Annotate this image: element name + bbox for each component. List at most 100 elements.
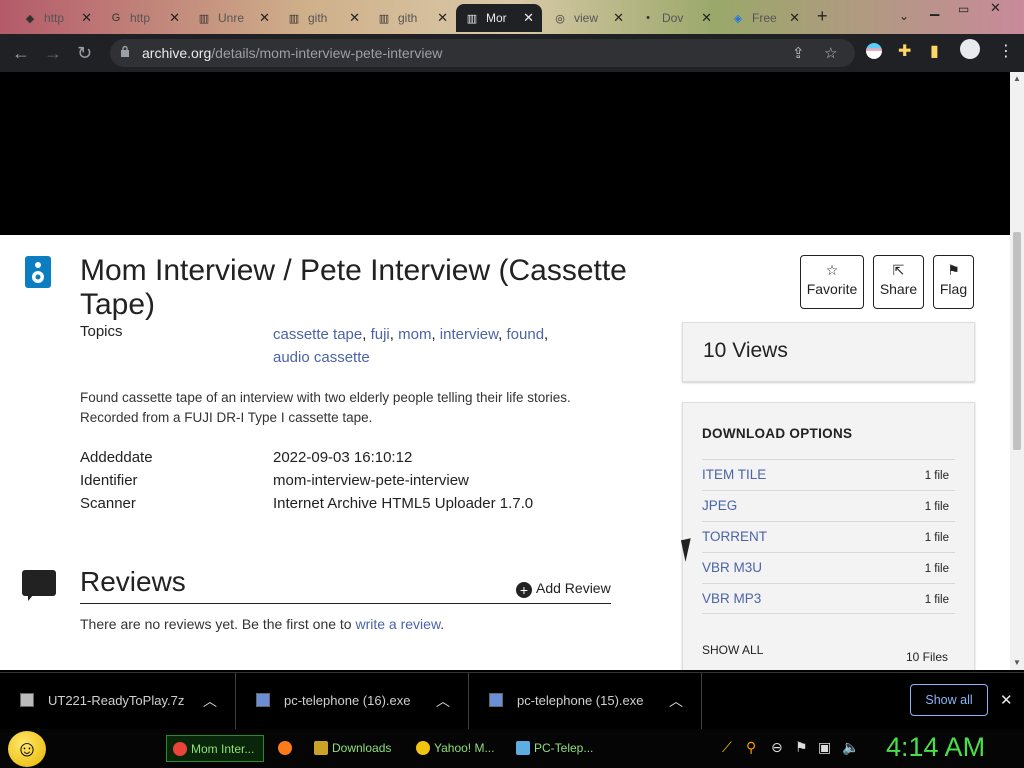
show-all-downloads-button[interactable]: Show all (910, 684, 988, 716)
close-shelf-icon[interactable]: ✕ (1000, 691, 1013, 709)
taskbar-clock[interactable]: 4:14 AM (886, 732, 985, 763)
topic-link[interactable]: interview (440, 326, 498, 343)
scroll-down-arrow-icon[interactable]: ▼ (1013, 658, 1021, 667)
write-review-link[interactable]: write a review (355, 616, 440, 632)
browser-tab[interactable]: ◈ Free ✕ (722, 4, 808, 32)
browser-tab[interactable]: Ghttp ✕ (100, 4, 188, 32)
share-page-icon[interactable]: ⇪ (792, 44, 805, 62)
browser-tab[interactable]: • Dov ✕ (632, 4, 720, 32)
tray-search-icon[interactable]: ⚲ (746, 739, 756, 756)
no-reviews-text: There are no reviews yet. Be the first o… (80, 616, 445, 632)
bookmark-star-icon[interactable]: ☆ (824, 44, 837, 62)
download-item[interactable]: pc-telephone (16).exe ︿ (236, 673, 469, 729)
close-tab-icon[interactable]: ✕ (789, 10, 800, 26)
taskbar-item-downloads[interactable]: Downloads (308, 735, 404, 762)
dot-icon: • (646, 12, 650, 24)
taskbar-item-yahoo[interactable]: Yahoo! M... (410, 735, 506, 762)
taskbar-item-browser[interactable]: Mom Inter... (166, 735, 264, 762)
topic-link[interactable]: found (507, 326, 545, 343)
close-tab-icon[interactable]: ✕ (169, 10, 180, 26)
reviews-speech-icon (22, 570, 56, 601)
divider (80, 603, 611, 604)
page-scrollbar[interactable]: ▲ ▼ (1010, 72, 1024, 670)
download-row: VBR MP3 1 file (702, 583, 955, 614)
close-tab-icon[interactable]: ✕ (81, 10, 92, 26)
file-count: 1 file (924, 470, 949, 482)
browser-tab[interactable]: ▥ gith ✕ (278, 4, 368, 32)
topic-link[interactable]: mom (398, 326, 431, 343)
flag-button[interactable]: ⚑ Flag (933, 255, 974, 309)
download-item[interactable]: UT221-ReadyToPlay.7z ︿ (0, 673, 236, 729)
audio-speaker-icon (25, 256, 51, 288)
plus-circle-icon: + (516, 582, 532, 598)
share-button[interactable]: ⇱ Share (873, 255, 924, 309)
close-tab-icon[interactable]: ✕ (613, 10, 624, 26)
browser-tab[interactable]: ▥ Unre ✕ (188, 4, 278, 32)
scroll-up-arrow-icon[interactable]: ▲ (1013, 74, 1021, 83)
close-tab-icon[interactable]: ✕ (349, 10, 360, 26)
tray-network-icon[interactable]: ▣ (818, 739, 831, 756)
download-format-link[interactable]: VBR M3U (702, 560, 762, 575)
download-item[interactable]: pc-telephone (15).exe ︿ (469, 673, 702, 729)
download-format-link[interactable]: TORRENT (702, 529, 767, 544)
media-player[interactable] (0, 72, 1010, 235)
download-format-link[interactable]: ITEM TILE (702, 467, 766, 482)
favorite-button[interactable]: ☆ Favorite (800, 255, 864, 309)
close-tab-icon[interactable]: ✕ (523, 10, 534, 26)
views-count: 10 Views (703, 339, 788, 362)
new-tab-button[interactable]: + (817, 6, 828, 27)
archive-file-icon (20, 693, 34, 707)
tab-search-icon[interactable]: ⌄ (899, 9, 909, 23)
chevron-up-icon[interactable]: ︿ (203, 691, 217, 711)
tray-volume-icon[interactable]: 🔈 (842, 739, 859, 756)
add-review-button[interactable]: + Add Review (516, 580, 611, 598)
minimize-button[interactable]: ▁ (930, 2, 939, 16)
archive-icon: ▥ (198, 12, 210, 25)
exe-file-icon (256, 693, 270, 707)
close-tab-icon[interactable]: ✕ (701, 10, 712, 26)
flag-icon: ⚑ (947, 262, 960, 278)
browser-toolbar: ← → ↻ archive.org/details/mom-interview-… (0, 34, 1024, 72)
extension-icon[interactable] (866, 43, 882, 59)
download-row: JPEG 1 file (702, 490, 955, 521)
share-icon: ⇱ (892, 262, 905, 278)
browser-menu-icon[interactable]: ⋮ (998, 41, 1014, 61)
topic-link[interactable]: cassette tape (273, 326, 362, 343)
forward-button[interactable]: → (44, 43, 62, 64)
taskbar-item-pc-telephone[interactable]: PC-Telep... (510, 735, 606, 762)
tray-pen-icon[interactable]: ⟋ (722, 739, 732, 756)
chevron-up-icon[interactable]: ︿ (436, 691, 450, 711)
topic-link[interactable]: audio cassette (273, 349, 370, 366)
close-tab-icon[interactable]: ✕ (259, 10, 270, 26)
download-format-link[interactable]: JPEG (702, 498, 737, 513)
close-tab-icon[interactable]: ✕ (437, 10, 448, 26)
archive-icon: ▥ (378, 12, 390, 25)
computer-icon (516, 741, 530, 755)
page-title: Mom Interview / Pete Interview (Cassette… (80, 254, 627, 321)
tray-flag-icon[interactable]: ⚑ (795, 739, 808, 756)
side-panel-icon[interactable]: ▮ (930, 41, 939, 61)
restore-button[interactable]: ▭ (958, 2, 969, 16)
window-close-button[interactable]: ✕ (990, 0, 1001, 16)
total-files: 10 Files (906, 650, 949, 664)
taskbar-item-firefox[interactable] (272, 735, 302, 762)
scrollbar-thumb[interactable] (1013, 232, 1021, 450)
views-box: 10 Views (682, 322, 975, 382)
browser-tab[interactable]: ◆ http ✕ (14, 4, 100, 32)
show-all-link[interactable]: SHOW ALL (702, 643, 763, 657)
download-row: VBR M3U 1 file (702, 552, 955, 583)
profile-avatar[interactable] (960, 39, 980, 59)
address-bar[interactable]: archive.org/details/mom-interview-pete-i… (110, 39, 855, 67)
start-button-smiley-icon[interactable]: ☺ (8, 731, 46, 767)
url-text: archive.org/details/mom-interview-pete-i… (142, 45, 443, 61)
back-button[interactable]: ← (12, 43, 30, 64)
puzzle-extensions-icon[interactable]: ✚ (898, 41, 911, 61)
tray-minus-icon[interactable]: ⊖ (771, 739, 783, 756)
download-format-link[interactable]: VBR MP3 (702, 591, 761, 606)
reload-button[interactable]: ↻ (77, 43, 92, 64)
topic-link[interactable]: fuji (371, 326, 390, 343)
browser-tab[interactable]: ◎ view ✕ (544, 4, 632, 32)
browser-tab-active[interactable]: ▥ Mor ✕ (456, 4, 542, 32)
chevron-up-icon[interactable]: ︿ (669, 691, 683, 711)
browser-tab[interactable]: ▥ gith ✕ (368, 4, 456, 32)
